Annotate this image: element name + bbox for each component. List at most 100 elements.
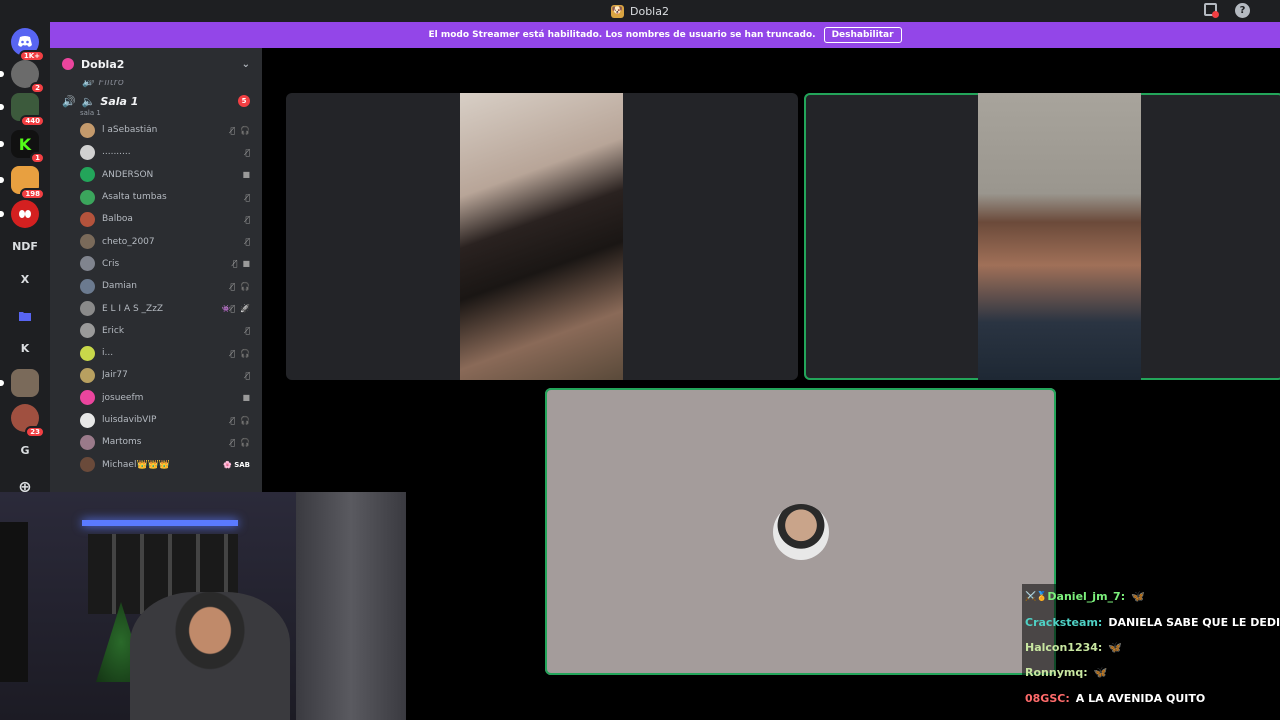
voice-member[interactable]: Martoms 🎙̸ 🎧 (50, 431, 262, 453)
chat-text: DANIELA SABE QUE LE DEDICAM (1108, 615, 1280, 629)
voice-member[interactable]: Asalta tumbas 🎙̸ (50, 186, 262, 208)
member-name: Jair77 (102, 370, 128, 381)
deafened-icon: 🎧 (240, 415, 250, 425)
voice-member[interactable]: E L I A S _ZzZ 👾 🎙̸ 🚀 (50, 297, 262, 319)
chat-text: 🦋 (1108, 640, 1123, 654)
mic-muted-icon: 🎙̸ (245, 192, 250, 202)
server-g[interactable]: G (11, 436, 39, 464)
guild-icon (62, 58, 74, 70)
voice-member[interactable]: Balboa 🎙̸ (50, 208, 262, 230)
deafened-icon: 🎧 (240, 281, 250, 291)
member-avatar (80, 167, 95, 183)
chat-username: Daniel_jm_7: (1047, 590, 1126, 604)
help-icon[interactable]: ? (1235, 3, 1250, 18)
chat-text: A LA AVENIDA QUITO (1075, 691, 1206, 705)
voice-member[interactable]: Damian 🎙̸ 🎧 (50, 275, 262, 297)
voice-member[interactable]: l aSebastián 🎙̸ 🎧 (50, 119, 262, 141)
discord-home-icon[interactable]: 1K+ (11, 28, 45, 62)
mic-muted-icon: 🎙̸ (230, 415, 236, 425)
server-avatar-icon[interactable]: 2 (0, 60, 45, 94)
monitor (0, 522, 28, 682)
video-feed (460, 93, 623, 380)
voice-member[interactable]: cheto_2007 🎙̸ (50, 230, 262, 252)
member-avatar (80, 345, 95, 361)
member-name: luisdavibVIP (102, 415, 157, 425)
server-pixel-icon[interactable]: 440 (0, 93, 45, 127)
banner-text: El modo Streamer está habilitado. Los no… (428, 30, 816, 40)
voice-member[interactable]: josueefm ■ (50, 387, 262, 409)
chat-username: Halcon1234: (1025, 640, 1103, 654)
member-avatar (80, 144, 95, 160)
mic-muted-icon: 🎙̸ (230, 281, 236, 291)
member-avatar (80, 189, 95, 205)
chat-text: 🦋 (1093, 666, 1108, 680)
voice-member[interactable]: i... 🎙̸ 🎧 (50, 342, 262, 364)
member-name: i... (102, 348, 114, 359)
voice-member[interactable]: Erick 🎙̸ (50, 320, 262, 342)
mic-muted-icon: 🎙̸ (230, 125, 236, 135)
video-icon: ■ (242, 259, 250, 269)
server-badge: 440 (20, 115, 45, 127)
member-avatar (80, 256, 95, 272)
video-tile[interactable] (804, 93, 1280, 380)
chat-message: ⚔️🏅 Daniel_jm_7: 🦋 (1022, 584, 1280, 610)
guild-name: Dobla2 (81, 57, 125, 71)
guild-header[interactable]: Dobla2 ⌄ (50, 48, 262, 80)
speaker-icon: 🔈 (81, 94, 96, 108)
server-x[interactable]: X (11, 265, 39, 293)
member-name: Balboa (102, 214, 133, 225)
streamer-webcam (0, 492, 406, 720)
kick-icon[interactable]: K 1 (0, 130, 45, 164)
member-name: Damian (102, 281, 137, 292)
video-tile-camera-off[interactable] (545, 388, 1056, 675)
voice-member[interactable]: ANDERSON ■ (50, 164, 262, 186)
rocket-icon: 🚀 (240, 304, 250, 314)
member-avatar (80, 412, 95, 428)
member-name: Asalta tumbas (102, 192, 167, 203)
member-name: Cris (102, 258, 120, 269)
disable-streamer-button[interactable]: Deshabilitar (823, 27, 902, 43)
server-k[interactable]: K (11, 334, 39, 362)
chat-message: Ronnymq: 🦋 (1022, 660, 1280, 686)
window-titlebar: 🐶 Dobla2 ? (0, 0, 1280, 22)
streamer-mode-banner: El modo Streamer está habilitado. Los no… (50, 22, 1280, 48)
member-name: E L I A S _ZzZ (102, 303, 164, 314)
mic-muted-icon: 🎙̸ (245, 214, 250, 224)
member-avatar (80, 301, 95, 317)
deafened-icon: 🎧 (240, 437, 250, 447)
voice-member[interactable]: luisdavibVIP 🎙̸ 🎧 (50, 409, 262, 431)
server-face-icon[interactable]: 23 (11, 404, 45, 438)
voice-member[interactable]: Cris 🎙̸ ■ (50, 253, 262, 275)
inbox-icon[interactable] (1204, 3, 1219, 18)
chevron-down-icon[interactable]: ⌄ (242, 59, 250, 70)
member-avatar (80, 390, 95, 406)
voice-member[interactable]: .......... 🎙̸ (50, 141, 262, 163)
member-avatar (80, 457, 95, 473)
voice-member[interactable]: Michael👑👑👑 🌸 SAB (50, 453, 262, 475)
member-name: Erick (102, 325, 125, 336)
video-feed (978, 93, 1141, 380)
member-name: .......... (102, 147, 131, 158)
mic-muted-icon: 🎙̸ (245, 370, 250, 380)
deafened-icon: 🎧 (240, 348, 250, 358)
chat-text: 🦋 (1131, 590, 1145, 604)
mic-muted-icon: 🎙̸ (230, 437, 236, 447)
chat-username: 08GSC: (1025, 691, 1070, 705)
member-name: josueefm (102, 392, 144, 403)
member-avatar (80, 323, 95, 339)
folder-icon[interactable] (11, 302, 39, 330)
channel-filtro[interactable]: 🔊 Filtro (50, 80, 262, 90)
server-photo-icon[interactable] (0, 369, 39, 397)
server-badge: 1 (30, 152, 45, 164)
chat-username: Ronnymq: (1025, 666, 1088, 680)
member-name: l aSebastián (102, 125, 158, 136)
spiderman-icon[interactable] (0, 200, 39, 228)
video-tile[interactable] (286, 93, 798, 380)
speaker-active-icon: 🔊 (62, 94, 76, 108)
member-tag: 👾 (221, 304, 231, 313)
server-game-icon[interactable]: 198 (0, 166, 45, 200)
server-ndf[interactable]: NDF (11, 232, 39, 260)
voice-member[interactable]: Jair77 🎙̸ (50, 364, 262, 386)
member-avatar (80, 367, 95, 383)
app-icon: 🐶 (611, 4, 624, 18)
